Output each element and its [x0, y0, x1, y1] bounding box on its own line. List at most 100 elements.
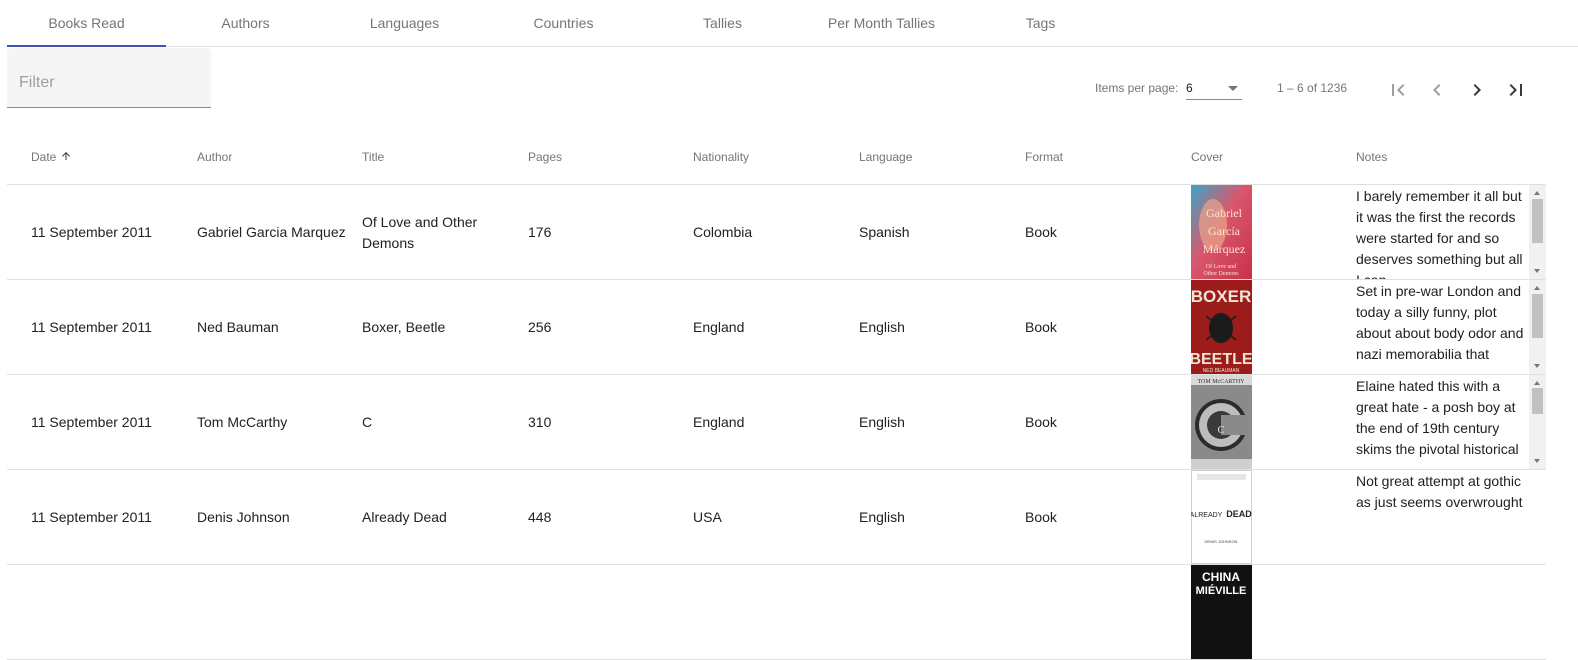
cell-language: English [859, 319, 905, 335]
cell-author: Ned Bauman [197, 319, 279, 335]
cell-title: Boxer, Beetle [362, 319, 446, 335]
svg-text:C: C [1218, 425, 1225, 436]
table-row[interactable]: 11 September 2011 Tom McCarthy C 310 England… [7, 375, 1546, 470]
previous-page-button[interactable] [1421, 74, 1453, 106]
tab-per-month-tallies[interactable]: Per Month Tallies [802, 0, 961, 46]
scroll-up-arrow-icon[interactable] [1534, 381, 1540, 385]
cell-title [362, 565, 512, 660]
svg-text:García: García [1208, 224, 1241, 238]
header-date[interactable]: Date [31, 150, 72, 164]
table-row[interactable]: 11 September 2011 Gabriel Garcia Marquez O… [7, 185, 1546, 280]
table-row[interactable]: CHINA MIÉVILLE [7, 565, 1546, 660]
cover-art-2: TOM McCARTHY C [1191, 375, 1252, 469]
tab-countries[interactable]: Countries [484, 0, 643, 46]
page-range-label: 1 – 6 of 1236 [1277, 81, 1348, 95]
cell-date: 11 September 2011 [31, 509, 152, 525]
cell-date [31, 565, 191, 660]
header-cover: Cover [1191, 150, 1224, 164]
cell-title: Of Love and Other Demons [362, 213, 478, 251]
svg-text:CHINA: CHINA [1202, 570, 1240, 584]
svg-text:NED BEAUMAN: NED BEAUMAN [1203, 368, 1240, 374]
scrollbar-thumb[interactable] [1532, 199, 1543, 243]
last-page-button[interactable] [1500, 74, 1532, 106]
cell-nationality: USA [693, 509, 722, 525]
first-page-button[interactable] [1382, 74, 1414, 106]
table-row[interactable]: 11 September 2011 Denis Johnson Already De… [7, 470, 1546, 565]
items-per-page-select[interactable]: 6 [1186, 78, 1242, 100]
cell-pages [528, 565, 678, 660]
header-nationality: Nationality [693, 150, 750, 164]
chevron-left-icon [1433, 84, 1441, 96]
cover-art-4: CHINAMIÉVILLE [1191, 565, 1252, 659]
cell-author: Denis Johnson [197, 509, 290, 525]
book-cover-image: BOXER BEETLE NED BEAUMAN [1191, 280, 1252, 374]
cell-format: Book [1025, 414, 1057, 430]
tab-languages[interactable]: Languages [325, 0, 484, 46]
scroll-down-arrow-icon[interactable] [1534, 459, 1540, 463]
svg-text:DENIS JOHNSON: DENIS JOHNSON [1205, 539, 1238, 544]
notes-scrollbar[interactable] [1529, 280, 1546, 374]
sort-ascending-icon [62, 152, 71, 160]
items-per-page-value: 6 [1186, 81, 1193, 95]
table-row[interactable]: 11 September 2011 Ned Bauman Boxer, Beetle… [7, 280, 1546, 375]
svg-text:Márquez: Márquez [1203, 242, 1246, 256]
cell-date: 11 September 2011 [31, 224, 152, 240]
cell-language: Spanish [859, 224, 910, 240]
tab-authors[interactable]: Authors [166, 0, 325, 46]
cell-format [1025, 565, 1175, 660]
notes-scrollbar[interactable] [1529, 185, 1546, 279]
cell-pages: 448 [528, 509, 552, 525]
svg-text:Of Love and: Of Love and [1206, 263, 1236, 270]
cell-language: English [859, 414, 905, 430]
cell-nationality: Colombia [693, 224, 753, 240]
items-per-page-label: Items per page: [1095, 81, 1179, 95]
cell-pages: 176 [528, 224, 552, 240]
filter-field[interactable] [7, 48, 211, 108]
cover-art-0: Gabriel García Márquez Of Love andOther Dem… [1191, 185, 1252, 279]
tab-tags[interactable]: Tags [961, 0, 1120, 46]
notes-cell [1356, 565, 1546, 659]
header-author: Author [197, 150, 233, 164]
svg-text:BOXER: BOXER [1191, 287, 1251, 306]
next-page-button[interactable] [1461, 74, 1493, 106]
header-title: Title [362, 150, 385, 164]
svg-text:ALREADY: ALREADY [1191, 512, 1223, 519]
book-cover-image: TOM McCARTHY C [1191, 375, 1252, 469]
header-date-label: Date [31, 150, 57, 164]
cell-author [197, 565, 357, 660]
svg-text:TOM McCARTHY: TOM McCARTHY [1197, 379, 1245, 385]
scroll-up-arrow-icon[interactable] [1534, 191, 1540, 195]
scroll-down-arrow-icon[interactable] [1534, 269, 1540, 273]
tab-tallies[interactable]: Tallies [643, 0, 802, 46]
svg-text:DEAD: DEAD [1226, 509, 1252, 519]
cell-date: 11 September 2011 [31, 414, 152, 430]
tab-books-read[interactable]: Books Read [7, 0, 166, 47]
book-cover-image: Gabriel García Márquez Of Love and Other Dem… [1191, 185, 1252, 279]
scroll-down-arrow-icon[interactable] [1534, 364, 1540, 368]
table-header: Date Author Title Pages Nationality Lang… [7, 128, 1546, 185]
cell-language: English [859, 509, 905, 525]
scroll-up-arrow-icon[interactable] [1534, 286, 1540, 290]
last-page-icon [1509, 84, 1522, 96]
cell-author: Tom McCarthy [197, 414, 288, 430]
svg-text:MIÉVILLE: MIÉVILLE [1196, 584, 1247, 597]
notes-cell: Elaine hated this with a great hate - a … [1356, 375, 1546, 469]
cell-pages: 256 [528, 319, 552, 335]
notes-cell: Set in pre-war London and today a silly … [1356, 280, 1546, 374]
header-notes: Notes [1356, 150, 1388, 164]
svg-text:Other Demons: Other Demons [1203, 271, 1239, 277]
cell-date: 11 September 2011 [31, 319, 152, 335]
cell-format: Book [1025, 224, 1057, 240]
header-format: Format [1025, 150, 1064, 164]
filter-input[interactable] [19, 74, 199, 92]
cell-nationality: England [693, 414, 745, 430]
notes-scrollbar[interactable] [1529, 375, 1546, 469]
cover-art-1: BOXER BEETLENED BEAUMAN [1191, 280, 1252, 374]
cell-format: Book [1025, 319, 1057, 335]
notes-cell: Not great attempt at gothic as just seem… [1356, 470, 1546, 564]
cell-nationality: England [693, 319, 745, 335]
scrollbar-thumb[interactable] [1532, 294, 1543, 338]
header-pages: Pages [528, 150, 563, 164]
scrollbar-thumb[interactable] [1532, 388, 1543, 414]
cell-nationality [693, 565, 843, 660]
